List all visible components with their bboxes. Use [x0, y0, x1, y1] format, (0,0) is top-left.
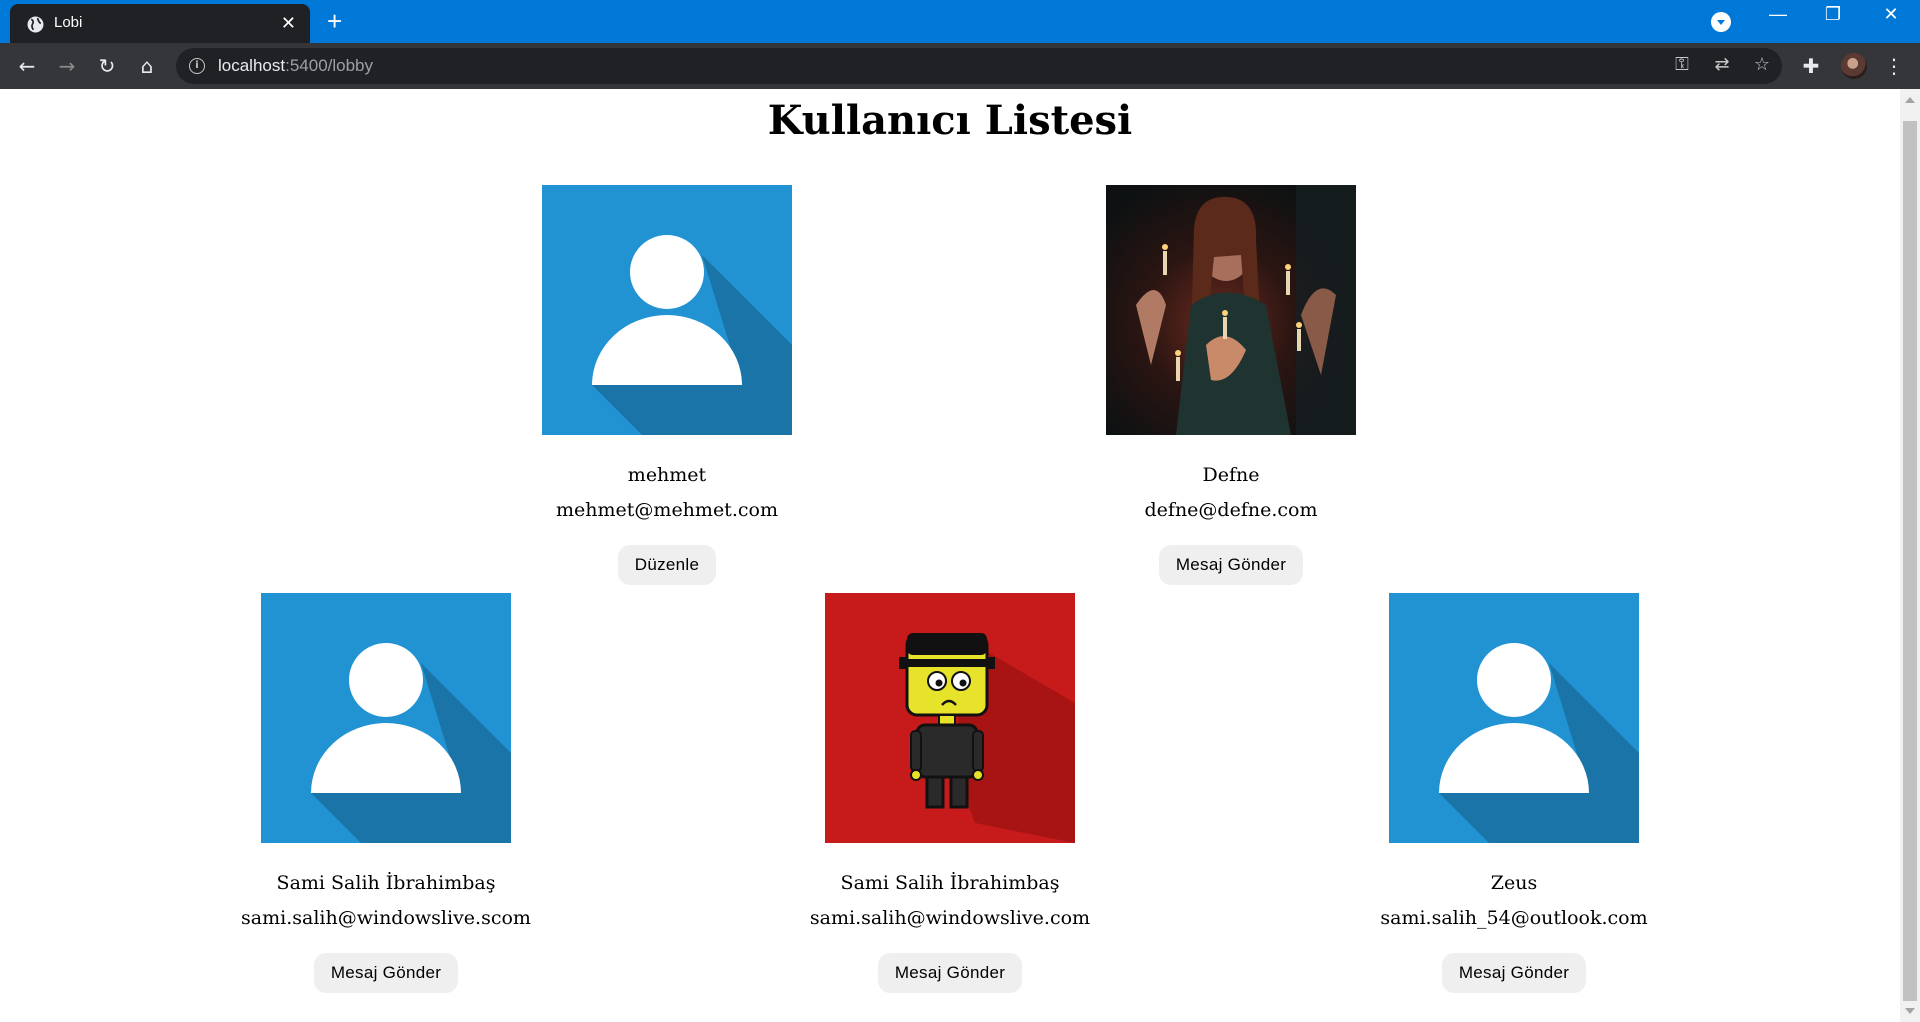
restore-button[interactable]: ❐ [1818, 4, 1848, 25]
page-title: Kullanıcı Listesi [767, 97, 1133, 144]
site-info-icon[interactable]: i [189, 58, 205, 74]
scroll-down-arrow-icon[interactable] [1905, 1008, 1915, 1014]
user-photo [1106, 185, 1356, 435]
send-message-button[interactable]: Mesaj Gönder [1158, 545, 1304, 585]
close-window-button[interactable]: ✕ [1876, 4, 1906, 25]
default-user-avatar [1389, 593, 1639, 843]
new-tab-button[interactable]: + [327, 8, 342, 34]
user-email: sami.salih@windowslive.scom [241, 907, 531, 929]
user-name: mehmet [627, 464, 707, 486]
key-icon[interactable]: ⚿ [1670, 54, 1694, 75]
default-user-avatar [261, 593, 511, 843]
user-email: defne@defne.com [1144, 499, 1318, 521]
browser-toolbar: ← → ↻ ⌂ i localhost:5400/lobby ⚿ ⇄ ☆ ✚ ⋮ [0, 43, 1920, 89]
tab-search-icon[interactable] [1711, 12, 1731, 32]
user-photo [825, 593, 1075, 843]
reload-icon[interactable]: ↻ [93, 52, 121, 80]
send-message-button[interactable]: Mesaj Gönder [877, 953, 1023, 993]
browser-tab[interactable]: Lobi ✕ [10, 4, 310, 43]
user-silhouette-icon [261, 593, 511, 843]
scroll-up-arrow-icon[interactable] [1905, 97, 1915, 103]
profile-avatar[interactable] [1841, 53, 1867, 79]
candles-photo-image [1106, 185, 1356, 435]
page-content: Kullanıcı Listesi mehmet mehmet@mehmet.c… [0, 89, 1900, 1022]
user-card: mehmet mehmet@mehmet.com Düzenle [487, 185, 847, 585]
address-bar[interactable]: i localhost:5400/lobby ⚿ ⇄ ☆ [176, 48, 1782, 84]
home-icon[interactable]: ⌂ [133, 52, 161, 80]
frankenstein-cartoon-image [825, 593, 1075, 843]
page-scrollbar[interactable] [1900, 89, 1920, 1022]
extensions-icon[interactable]: ✚ [1797, 52, 1825, 80]
edit-button[interactable]: Düzenle [617, 545, 717, 585]
user-name: Sami Salih İbrahimbaş [840, 872, 1060, 894]
bookmark-star-icon[interactable]: ☆ [1750, 54, 1774, 75]
close-tab-icon[interactable]: ✕ [281, 13, 296, 33]
translate-icon[interactable]: ⇄ [1710, 54, 1734, 75]
user-name: Defne [1202, 464, 1260, 486]
user-card: Sami Salih İbrahimbaş sami.salih@windows… [206, 593, 566, 993]
send-message-button[interactable]: Mesaj Gönder [1441, 953, 1587, 993]
user-card: Zeus sami.salih_54@outlook.com Mesaj Gön… [1334, 593, 1694, 993]
scroll-thumb[interactable] [1903, 121, 1917, 1001]
user-card: Sami Salih İbrahimbaş sami.salih@windows… [770, 593, 1130, 993]
forward-icon[interactable]: → [53, 52, 81, 80]
user-email: sami.salih_54@outlook.com [1380, 907, 1648, 929]
user-name: Sami Salih İbrahimbaş [276, 872, 496, 894]
user-silhouette-icon [1389, 593, 1639, 843]
url-text: localhost:5400/lobby [218, 56, 373, 76]
default-user-avatar [542, 185, 792, 435]
back-icon[interactable]: ← [13, 52, 41, 80]
url-host: localhost [218, 56, 286, 75]
minimize-button[interactable]: — [1763, 4, 1793, 25]
send-message-button[interactable]: Mesaj Gönder [313, 953, 459, 993]
user-email: mehmet@mehmet.com [556, 499, 778, 521]
user-card: Defne defne@defne.com Mesaj Gönder [1051, 185, 1411, 585]
tab-title: Lobi [54, 14, 83, 31]
user-name: Zeus [1490, 872, 1538, 894]
globe-icon [27, 16, 44, 33]
user-silhouette-icon [542, 185, 792, 435]
url-path: :5400/lobby [285, 56, 374, 75]
menu-icon[interactable]: ⋮ [1880, 52, 1908, 80]
user-email: sami.salih@windowslive.com [809, 907, 1091, 929]
browser-tab-bar: Lobi ✕ + — ❐ ✕ [0, 0, 1920, 43]
